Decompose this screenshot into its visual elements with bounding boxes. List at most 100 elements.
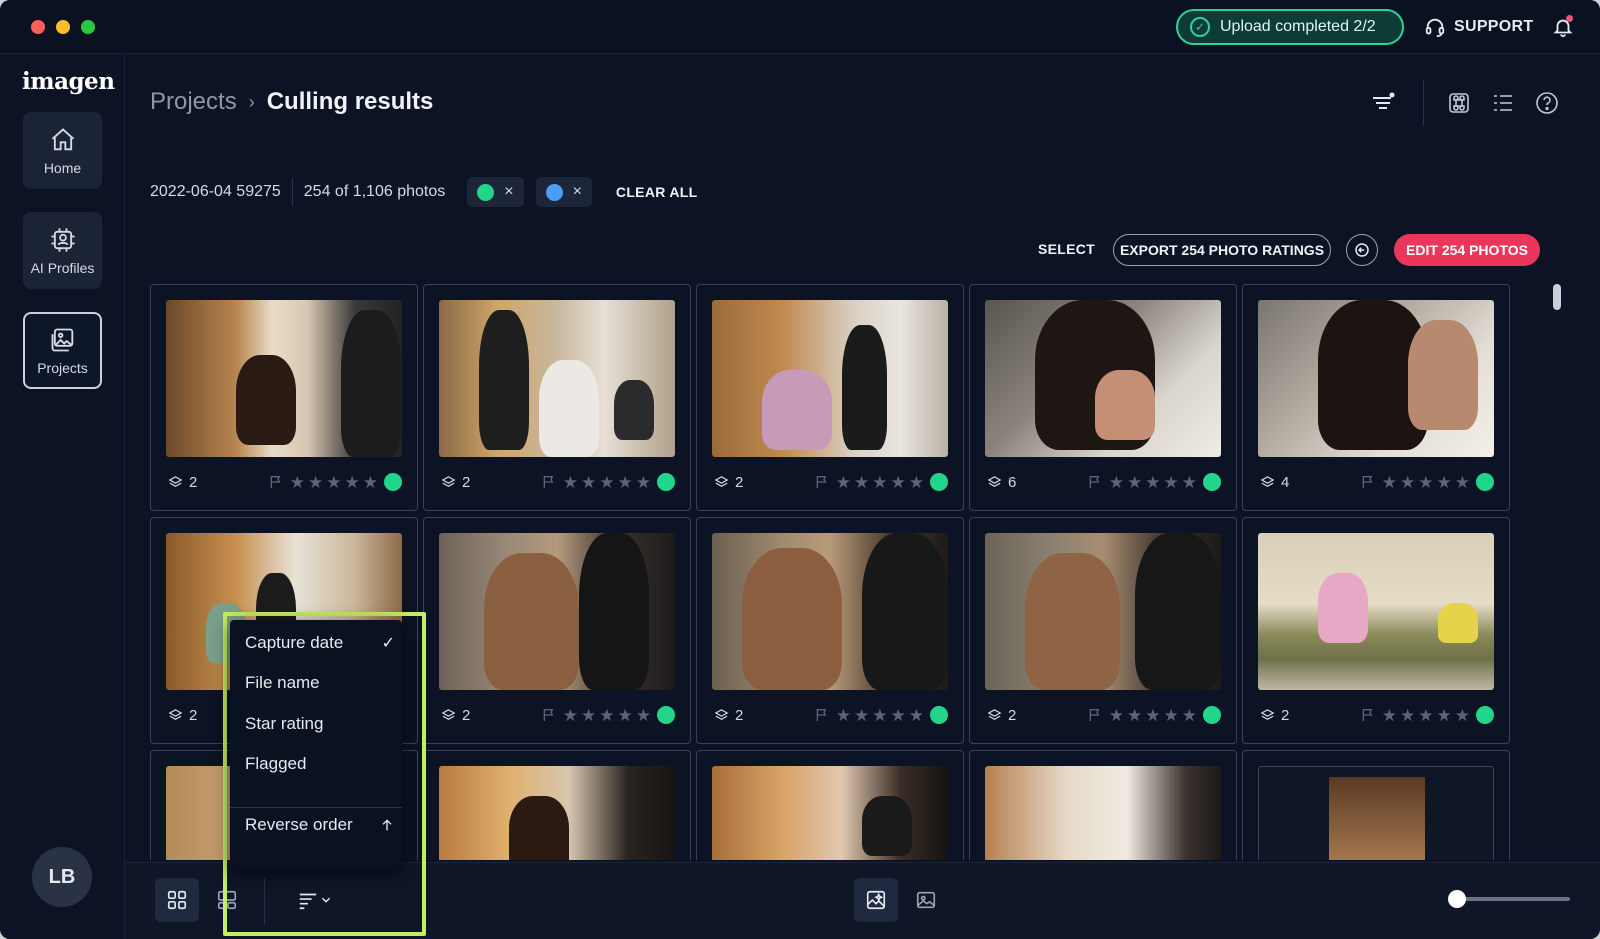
preview-mode-button[interactable]: [854, 878, 898, 922]
sort-option-star-rating[interactable]: Star rating: [245, 714, 395, 734]
photo-card[interactable]: 2 ★★★★★: [423, 517, 691, 744]
photo-card[interactable]: 2 ★★★★★: [696, 517, 964, 744]
grid-view-button[interactable]: [155, 878, 199, 922]
stack-count[interactable]: 6: [987, 474, 1057, 491]
flag-icon[interactable]: [1360, 707, 1376, 723]
photo-card[interactable]: 2 ★★★★★: [696, 284, 964, 511]
filter-chip-blue[interactable]: ×: [535, 177, 592, 207]
star-rating[interactable]: ★★★★★: [563, 707, 651, 724]
color-label-dot[interactable]: [657, 706, 675, 724]
list-view-icon[interactable]: [1490, 90, 1516, 116]
thumbnail-size-slider[interactable]: [1455, 897, 1570, 901]
stack-count[interactable]: 2: [987, 707, 1057, 724]
photo-thumbnail[interactable]: [439, 533, 675, 690]
color-label-dot[interactable]: [1476, 473, 1494, 491]
slider-handle[interactable]: [1448, 890, 1466, 908]
star-rating[interactable]: ★★★★★: [836, 474, 924, 491]
flag-icon[interactable]: [814, 707, 830, 723]
help-icon[interactable]: [1534, 90, 1560, 116]
notification-badge: [1566, 15, 1573, 22]
photo-card[interactable]: [423, 750, 691, 860]
photo-thumbnail[interactable]: [712, 300, 948, 457]
star-rating[interactable]: ★★★★★: [836, 707, 924, 724]
stack-count[interactable]: 2: [168, 474, 238, 491]
stack-count[interactable]: 2: [714, 707, 784, 724]
photo-card[interactable]: 2 ★★★★★: [969, 517, 1237, 744]
photo-thumbnail[interactable]: [439, 766, 675, 860]
single-photo-button[interactable]: [904, 878, 948, 922]
stack-count[interactable]: 4: [1260, 474, 1330, 491]
avatar[interactable]: LB: [32, 847, 92, 907]
color-label-dot[interactable]: [384, 473, 402, 491]
sort-option-capture-date[interactable]: Capture date ✓: [245, 633, 395, 653]
photo-thumbnail[interactable]: [1258, 766, 1494, 860]
color-label-dot[interactable]: [1203, 473, 1221, 491]
photo-card[interactable]: [1242, 750, 1510, 860]
stack-count-value: 6: [1008, 473, 1017, 491]
star-rating[interactable]: ★★★★★: [290, 474, 378, 491]
close-icon[interactable]: ×: [504, 183, 513, 201]
photo-thumbnail[interactable]: [985, 766, 1221, 860]
grid-scrollbar[interactable]: [1553, 284, 1561, 310]
photo-card[interactable]: 2 ★★★★★: [1242, 517, 1510, 744]
command-icon[interactable]: [1446, 90, 1472, 116]
star-rating[interactable]: ★★★★★: [1109, 474, 1197, 491]
stack-count-value: 2: [462, 706, 471, 724]
star-rating[interactable]: ★★★★★: [1382, 707, 1470, 724]
edit-photos-button[interactable]: EDIT 254 PHOTOS: [1394, 234, 1540, 266]
color-label-dot[interactable]: [1476, 706, 1494, 724]
flag-icon[interactable]: [268, 474, 284, 490]
photo-thumbnail[interactable]: [1258, 300, 1494, 457]
upload-status-badge[interactable]: ✓ Upload completed 2/2: [1176, 9, 1404, 45]
stack-count[interactable]: 2: [441, 707, 511, 724]
photo-card[interactable]: 2 ★★★★★: [423, 284, 691, 511]
stack-count[interactable]: 2: [714, 474, 784, 491]
photo-card[interactable]: [696, 750, 964, 860]
photo-thumbnail[interactable]: [712, 766, 948, 860]
photo-card[interactable]: 6 ★ ★ ★ ★ ★: [969, 284, 1237, 511]
photo-thumbnail[interactable]: [166, 300, 402, 457]
photo-thumbnail[interactable]: [985, 533, 1221, 690]
maximize-window-button[interactable]: [81, 20, 95, 34]
sort-option-flagged[interactable]: Flagged: [245, 754, 395, 774]
photo-thumbnail[interactable]: [439, 300, 675, 457]
flag-icon[interactable]: [541, 474, 557, 490]
photo-thumbnail[interactable]: [1258, 533, 1494, 690]
color-label-dot[interactable]: [657, 473, 675, 491]
sort-option-file-name[interactable]: File name: [245, 673, 395, 693]
star-rating[interactable]: ★★★★★: [1382, 474, 1470, 491]
select-button[interactable]: SELECT: [1038, 241, 1095, 257]
photo-thumbnail[interactable]: [985, 300, 1221, 457]
clear-all-button[interactable]: CLEAR ALL: [616, 184, 698, 200]
photo-thumbnail[interactable]: [712, 533, 948, 690]
color-label-dot[interactable]: [1203, 706, 1221, 724]
reverse-order-toggle[interactable]: Reverse order: [245, 815, 395, 835]
star-rating[interactable]: ★★★★★: [1109, 707, 1197, 724]
color-label-dot[interactable]: [930, 473, 948, 491]
color-label-dot[interactable]: [930, 706, 948, 724]
stack-count[interactable]: 2: [441, 474, 511, 491]
photo-card[interactable]: 2 ★★★★★: [150, 284, 418, 511]
photo-card-footer: 2 ★★★★★: [168, 471, 402, 493]
export-ratings-button[interactable]: EXPORT 254 PHOTO RATINGS: [1113, 234, 1331, 266]
sidebar-item-projects[interactable]: Projects: [23, 312, 102, 389]
close-window-button[interactable]: [31, 20, 45, 34]
filter-icon[interactable]: [1370, 90, 1396, 116]
support-button[interactable]: SUPPORT: [1424, 16, 1533, 38]
photo-card[interactable]: [969, 750, 1237, 860]
flag-icon[interactable]: [541, 707, 557, 723]
close-icon[interactable]: ×: [573, 183, 582, 201]
photo-card[interactable]: 4 ★ ★ ★ ★ ★: [1242, 284, 1510, 511]
go-back-button[interactable]: [1346, 234, 1378, 266]
flag-icon[interactable]: [1360, 474, 1376, 490]
flag-icon[interactable]: [814, 474, 830, 490]
sidebar-item-ai-profiles[interactable]: AI Profiles: [23, 212, 102, 289]
breadcrumb-projects-link[interactable]: Projects: [150, 88, 237, 116]
stack-count[interactable]: 2: [1260, 707, 1330, 724]
flag-icon[interactable]: [1087, 707, 1103, 723]
sidebar-item-home[interactable]: Home: [23, 112, 102, 189]
star-rating[interactable]: ★★★★★: [563, 474, 651, 491]
minimize-window-button[interactable]: [56, 20, 70, 34]
flag-icon[interactable]: [1087, 474, 1103, 490]
filter-chip-green[interactable]: ×: [467, 177, 524, 207]
